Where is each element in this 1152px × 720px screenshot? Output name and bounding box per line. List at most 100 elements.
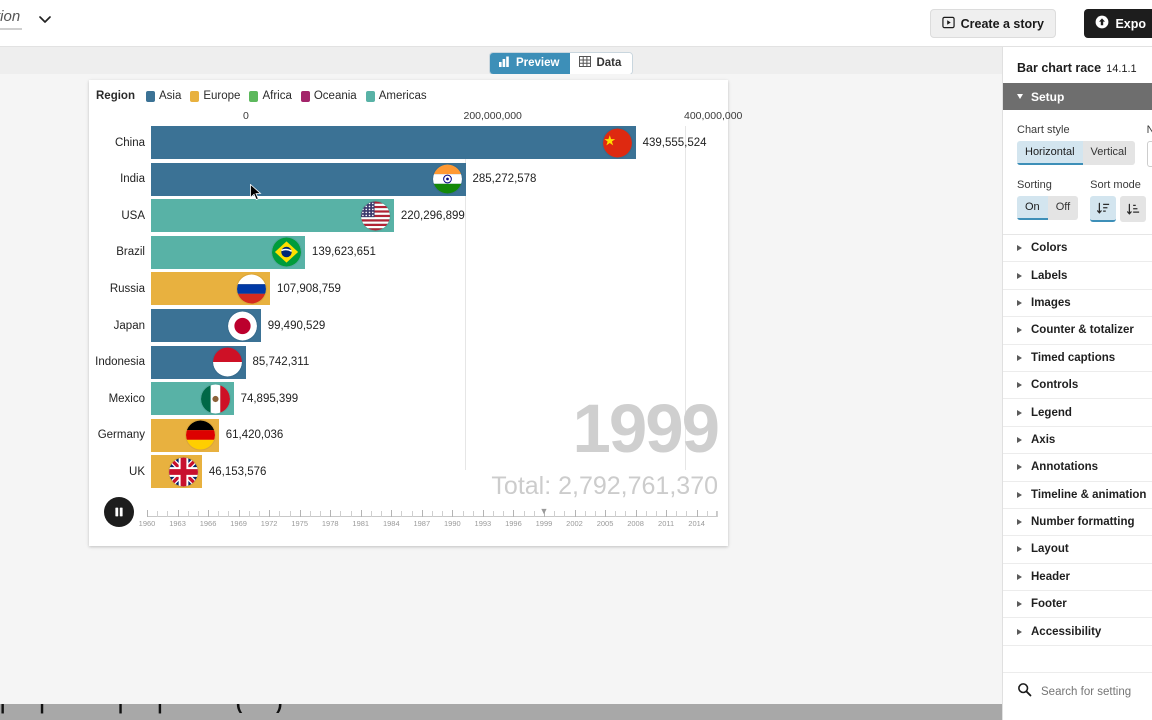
bar-rect[interactable] — [151, 126, 636, 159]
no-bars-input[interactable]: 10 — [1146, 141, 1152, 167]
bar-rect[interactable] — [151, 162, 466, 196]
sorting-label: Sorting — [1017, 179, 1052, 191]
bar-flag-icon — [212, 347, 242, 377]
bar-value-label: 74,895,399 — [240, 392, 299, 405]
panel-section-legend[interactable]: Legend — [1003, 399, 1152, 427]
timeline-tick — [584, 511, 586, 517]
bar-label: Germany — [97, 429, 145, 442]
panel-section-timed-captions[interactable]: Timed captions — [1003, 345, 1152, 372]
x-axis-tick-label: 400,000,000 — [684, 110, 743, 122]
chevron-right-icon — [1017, 491, 1022, 498]
sorting-off[interactable]: Off — [1047, 196, 1079, 220]
timeline-tick-label: 1972 — [260, 519, 278, 528]
bar-track: 285,272,578 — [151, 162, 728, 196]
timeline-tick-label: 1966 — [199, 519, 217, 528]
pause-icon — [115, 507, 123, 517]
panel-section-accessibility[interactable]: Accessibility — [1003, 618, 1152, 646]
sort-mode-group — [1090, 196, 1147, 222]
settings-panel: Bar chart race 14.1.1 Setup Chart style H… — [1002, 47, 1152, 720]
bar-value-label: 61,420,036 — [225, 429, 284, 442]
legend-swatch — [145, 90, 155, 102]
document-title[interactable]: tion — [0, 8, 23, 30]
bar-rect[interactable] — [151, 199, 394, 233]
timeline-tick — [615, 511, 617, 517]
panel-section-label: Counter & totalizer — [1031, 324, 1134, 337]
chevron-down-icon — [1017, 94, 1023, 99]
play-box-icon — [941, 16, 955, 32]
legend-swatch — [300, 90, 310, 102]
sort-ascending-icon[interactable] — [1120, 196, 1147, 222]
search-input[interactable] — [1041, 685, 1141, 698]
timeline-tick — [462, 511, 464, 517]
panel-section-label: Footer — [1031, 598, 1067, 611]
sorting-on[interactable]: On — [1017, 196, 1048, 220]
timeline-marker[interactable]: ▼ — [539, 506, 548, 516]
table-icon — [579, 56, 592, 70]
panel-section-header[interactable]: Header — [1003, 564, 1152, 592]
legend-item[interactable]: Africa — [249, 90, 292, 102]
panel-section-footer[interactable]: Footer — [1003, 591, 1152, 619]
legend-label: Africa — [262, 90, 292, 102]
legend-swatch — [365, 90, 375, 102]
timeline-tick — [421, 510, 423, 517]
canvas-area: Region Asia Europe Africa Oceania Americ… — [0, 74, 1002, 720]
bar-row[interactable]: USA 220,296,899 — [89, 199, 728, 233]
x-axis-tick-label: 200,000,000 — [463, 110, 522, 122]
search-setting-row[interactable] — [1003, 672, 1152, 710]
legend-item[interactable]: Oceania — [300, 90, 357, 102]
tab-data[interactable]: Data — [570, 53, 633, 74]
export-button[interactable]: Expo — [1084, 9, 1152, 38]
chart-card: Region Asia Europe Africa Oceania Americ… — [89, 80, 742, 546]
bar-row[interactable]: Russia 107,908,759 — [89, 272, 728, 306]
tab-preview[interactable]: Preview — [490, 53, 571, 74]
timeline-tick — [554, 511, 556, 517]
timeline-tick — [645, 511, 647, 517]
chart-style-horizontal[interactable]: Horizontal — [1017, 141, 1083, 165]
bar-track: 220,296,899 — [151, 199, 728, 233]
timeline-tick-label: 1984 — [382, 519, 400, 528]
timeline-tick-label: 1960 — [138, 519, 156, 528]
bar-flag-icon — [168, 457, 198, 487]
panel-section-colors[interactable]: Colors — [1003, 235, 1152, 263]
sort-descending-icon[interactable] — [1090, 196, 1117, 222]
panel-section-labels[interactable]: Labels — [1003, 262, 1152, 290]
legend-item[interactable]: Asia — [145, 90, 181, 102]
section-setup-header[interactable]: Setup — [1003, 83, 1152, 110]
panel-title: Bar chart race 14.1.1 — [1003, 47, 1152, 83]
chevron-down-icon[interactable] — [36, 10, 54, 28]
bar-row[interactable]: China 439,555,524 — [89, 126, 728, 159]
timeline-tick-label: 1963 — [169, 519, 186, 528]
x-axis-tick-label: 0 — [243, 110, 249, 122]
timeline-tick — [350, 511, 352, 517]
chevron-right-icon — [1017, 354, 1022, 361]
play-pause-button[interactable] — [104, 497, 134, 527]
create-story-button[interactable]: Create a story — [929, 9, 1056, 38]
timeline-tick — [218, 511, 220, 517]
panel-section-timeline-animation[interactable]: Timeline & animation — [1003, 482, 1152, 509]
document-title-group[interactable]: tion — [0, 8, 54, 30]
bar-row[interactable]: Brazil 139,623,651 — [89, 235, 728, 269]
timeline-tick — [269, 510, 271, 517]
legend-item[interactable]: Americas — [365, 90, 427, 102]
bar-row[interactable]: India 285,272,578 — [89, 162, 728, 196]
bar-row[interactable]: Japan 99,490,529 — [89, 309, 728, 342]
bar-label: Russia — [109, 282, 145, 295]
bar-track: 139,623,651 — [151, 235, 728, 269]
panel-section-counter-totalizer[interactable]: Counter & totalizer — [1003, 317, 1152, 345]
panel-section-controls[interactable]: Controls — [1003, 372, 1152, 400]
panel-section-images[interactable]: Images — [1003, 290, 1152, 318]
panel-section-number-formatting[interactable]: Number formatting — [1003, 509, 1152, 537]
panel-section-annotations[interactable]: Annotations — [1003, 454, 1152, 482]
panel-sections: Colors Labels Images Counter & totalizer Tim… — [1003, 235, 1152, 646]
bar-row[interactable]: Indonesia 85,742,311 — [89, 345, 728, 379]
timeline-tick — [686, 511, 688, 517]
timeline-slider[interactable]: 1960 1963 1966 1969 1972 1975 1978 1981 1984 1987… — [139, 506, 718, 540]
panel-section-axis[interactable]: Axis — [1003, 427, 1152, 455]
legend-item[interactable]: Europe — [190, 90, 240, 102]
timeline-tick — [717, 511, 718, 517]
panel-section-label: Controls — [1031, 379, 1079, 392]
bar-value-label: 285,272,578 — [472, 173, 537, 186]
chart-style-vertical[interactable]: Vertical — [1082, 141, 1135, 165]
bar-value-label: 107,908,759 — [276, 282, 341, 295]
panel-section-layout[interactable]: Layout — [1003, 536, 1152, 564]
